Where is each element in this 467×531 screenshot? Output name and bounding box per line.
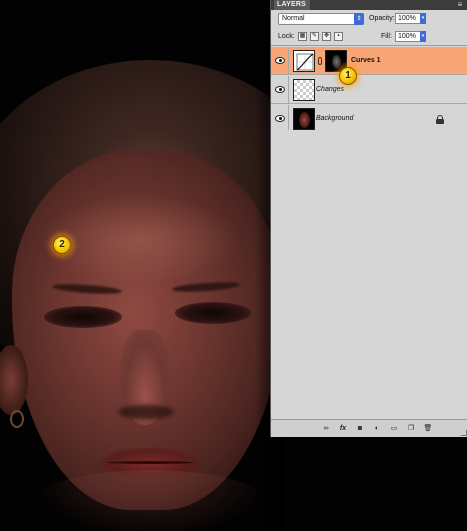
layer-name[interactable]: Changes [316,85,344,95]
step-marker-1: 1 [339,67,357,85]
resize-grip-icon[interactable] [461,430,467,436]
chevron-updown-icon: ⇕ [354,13,364,25]
photo-chin [30,470,270,531]
panel-tab-bar: LAYERS ≡ [271,0,467,10]
opacity-value: 100% [398,15,416,22]
visibility-toggle[interactable] [271,105,289,133]
visibility-toggle[interactable] [271,76,289,104]
lock-transparent-icon[interactable]: ▦ [298,32,307,41]
link-layers-icon[interactable]: ∞ [321,424,331,434]
layer-row-background[interactable]: Background [271,105,467,133]
eye-icon [275,115,285,122]
fill-field[interactable]: 100% ▾ [395,31,426,42]
photo-left-eye [44,306,122,328]
lock-pixels-icon[interactable]: ✎ [310,32,319,41]
lock-all-icon[interactable]: ▪ [334,32,343,41]
new-layer-icon[interactable]: ❐ [406,424,416,434]
adjustment-layer-icon[interactable]: ◐ [372,424,382,434]
photo-earring [10,410,24,428]
photoshop-workspace: 2 LAYERS ≡ Normal ⇕ Opacity: 100% ▾ Lock… [0,0,467,531]
lock-icon [436,115,444,124]
opacity-label: Opacity: [369,15,395,22]
photo-right-eye [175,302,251,324]
blend-mode-value: Normal [282,15,305,22]
curves-adjustment-icon[interactable] [293,50,315,72]
lock-row: Lock: ▦ ✎ ✥ ▪ Fill: 100% ▾ [271,28,467,46]
blend-row: Normal ⇕ Opacity: 100% ▾ [271,10,467,28]
blend-mode-select[interactable]: Normal ⇕ [278,13,364,25]
opacity-field[interactable]: 100% ▾ [395,13,426,24]
photo-nostrils [118,405,174,419]
layers-panel: LAYERS ≡ Normal ⇕ Opacity: 100% ▾ Lock: … [270,0,467,437]
layer-row-changes[interactable]: Changes [271,76,467,104]
layer-name[interactable]: Background [316,114,353,124]
photo-lip-line [108,461,194,464]
mask-link-icon[interactable] [318,57,322,65]
photo-thumbnail[interactable] [293,108,315,130]
eye-icon [275,86,285,93]
eye-icon [275,57,285,64]
panel-menu-icon[interactable]: ≡ [455,0,465,10]
visibility-toggle[interactable] [271,47,289,75]
lock-label: Lock: [278,33,295,40]
lock-position-icon[interactable]: ✥ [322,32,331,41]
tab-layers[interactable]: LAYERS [274,0,310,10]
step-marker-2: 2 [53,236,71,254]
layers-list-empty-area[interactable] [271,130,467,419]
layer-style-icon[interactable]: fx [338,424,348,434]
layers-panel-footer: ∞ fx ◙ ◐ ▭ ❐ 🗑 [271,419,467,437]
layer-name[interactable]: Curves 1 [351,56,381,66]
fill-label: Fill: [381,33,392,40]
layer-row-curves[interactable]: Curves 1 [271,47,467,75]
add-mask-icon[interactable]: ◙ [355,424,365,434]
new-group-icon[interactable]: ▭ [389,424,399,434]
transparent-layer-thumbnail[interactable] [293,79,315,101]
chevron-down-icon: ▾ [420,13,426,24]
chevron-down-icon: ▾ [420,31,426,42]
delete-layer-icon[interactable]: 🗑 [423,424,433,434]
fill-value: 100% [398,33,416,40]
